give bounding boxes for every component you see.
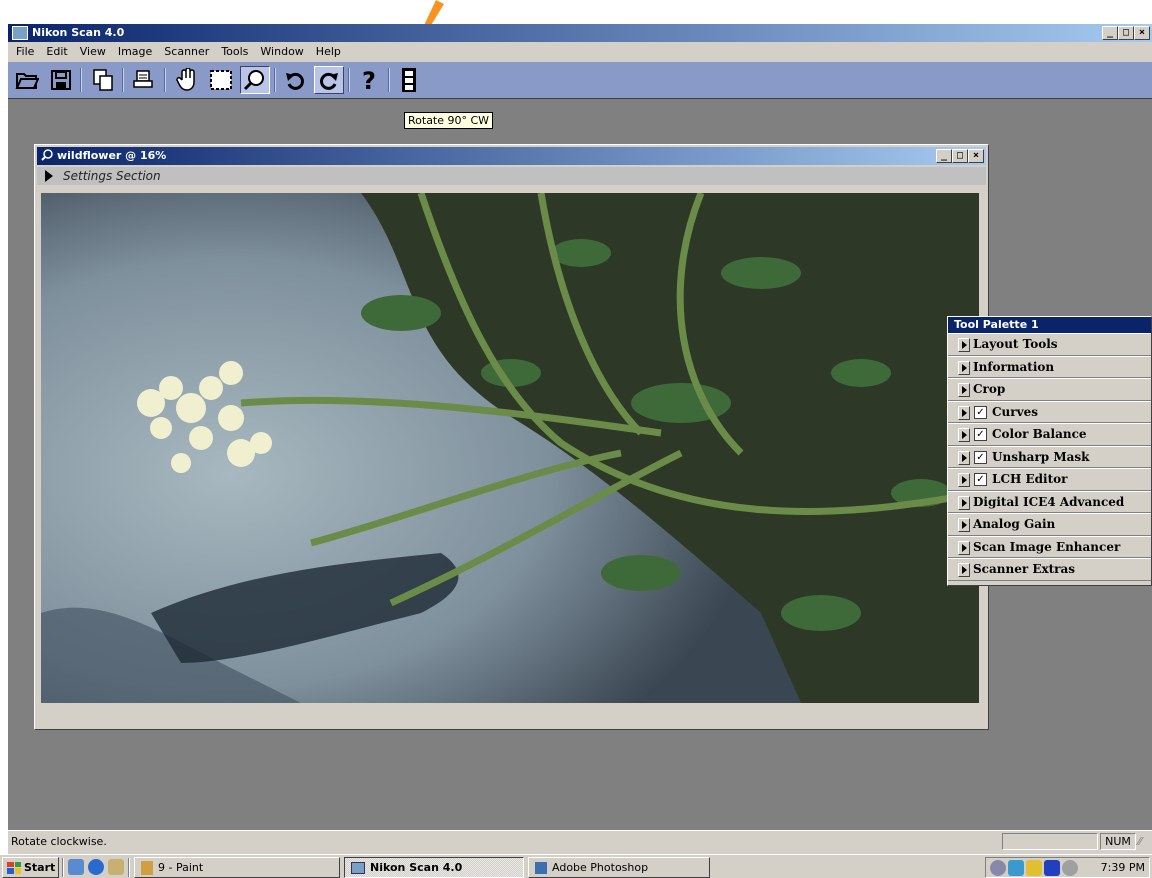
save-icon[interactable]: [46, 66, 76, 94]
expand-arrow-icon[interactable]: [958, 495, 970, 510]
expand-arrow-icon[interactable]: [958, 383, 970, 397]
menu-edit[interactable]: Edit: [40, 45, 73, 58]
tray-monitor-icon[interactable]: [1044, 860, 1060, 876]
minimize-button[interactable]: _: [1102, 26, 1118, 40]
svg-text:?: ?: [362, 68, 376, 92]
tray-volume-icon[interactable]: [1062, 860, 1078, 876]
num-lock-indicator: NUM: [1100, 833, 1136, 850]
palette-item-analog-gain[interactable]: Analog Gain: [948, 513, 1151, 536]
hand-tool-icon[interactable]: [172, 66, 202, 94]
task-photoshop[interactable]: Adobe Photoshop: [528, 857, 710, 878]
tooltip: Rotate 90° CW: [404, 112, 494, 129]
enable-checkbox[interactable]: ✓: [974, 473, 987, 486]
tray-network-icon[interactable]: [990, 860, 1006, 876]
toolbar: ?: [8, 62, 1152, 98]
tray-alert-icon[interactable]: [1008, 860, 1024, 876]
task-paint[interactable]: 9 - Paint: [134, 857, 340, 878]
paint-icon: [141, 860, 153, 875]
menu-tools[interactable]: Tools: [215, 45, 254, 58]
expand-arrow-icon[interactable]: [958, 540, 970, 555]
taskbar: Start 9 - Paint Nikon Scan 4.0 Adobe Pho…: [0, 854, 1152, 878]
document-title: wildflower @ 16%: [57, 149, 167, 162]
system-tray: 7:39 PM: [985, 857, 1150, 878]
status-panel: [1002, 833, 1098, 850]
palette-item-lch-editor[interactable]: ✓ LCH Editor: [948, 468, 1151, 491]
menu-bar: File Edit View Image Scanner Tools Windo…: [8, 42, 1152, 60]
nikon-scan-task-icon: [351, 861, 365, 874]
palette-item-layout-tools[interactable]: Layout Tools: [948, 333, 1151, 356]
doc-close-button[interactable]: ×: [968, 149, 984, 163]
windows-logo-icon: [7, 861, 21, 874]
start-button[interactable]: Start: [2, 857, 59, 878]
document-title-bar[interactable]: wildflower @ 16% _ □ ×: [37, 147, 986, 165]
start-label: Start: [24, 861, 56, 874]
expand-triangle-icon: [45, 170, 53, 182]
open-folder-icon[interactable]: [12, 66, 42, 94]
rotate-cw-icon[interactable]: [314, 66, 344, 94]
close-button[interactable]: ×: [1134, 26, 1150, 40]
marquee-icon[interactable]: [206, 66, 236, 94]
palette-item-scanner-extras[interactable]: Scanner Extras: [948, 558, 1151, 581]
clock[interactable]: 7:39 PM: [1101, 861, 1145, 874]
enable-checkbox[interactable]: ✓: [974, 428, 987, 441]
menu-view[interactable]: View: [74, 45, 112, 58]
expand-arrow-icon[interactable]: [958, 563, 970, 577]
palette-item-unsharp-mask[interactable]: ✓ Unsharp Mask: [948, 445, 1151, 468]
document-window: wildflower @ 16% _ □ × Settings Section: [34, 144, 989, 730]
doc-minimize-button[interactable]: _: [936, 149, 952, 163]
expand-arrow-icon[interactable]: [958, 450, 970, 465]
status-text: Rotate clockwise.: [11, 835, 107, 848]
expand-arrow-icon[interactable]: [958, 518, 970, 532]
internet-explorer-icon[interactable]: [88, 859, 104, 875]
menu-help[interactable]: Help: [310, 45, 347, 58]
palette-item-color-balance[interactable]: ✓ Color Balance: [948, 423, 1151, 446]
maximize-button[interactable]: □: [1118, 26, 1134, 40]
filmstrip-icon[interactable]: [394, 66, 424, 94]
expand-arrow-icon[interactable]: [958, 405, 970, 420]
menu-file[interactable]: File: [10, 45, 40, 58]
magnifier-icon: [41, 149, 53, 164]
palette-item-scan-image-enhancer[interactable]: Scan Image Enhancer: [948, 535, 1151, 558]
doc-maximize-button[interactable]: □: [952, 149, 968, 163]
task-nikon-scan[interactable]: Nikon Scan 4.0: [344, 857, 524, 878]
enable-checkbox[interactable]: ✓: [974, 450, 987, 464]
expand-arrow-icon[interactable]: [958, 338, 970, 352]
expand-arrow-icon[interactable]: [958, 360, 970, 375]
palette-item-crop[interactable]: Crop: [948, 378, 1151, 401]
help-icon[interactable]: ?: [354, 66, 384, 94]
menu-scanner[interactable]: Scanner: [158, 45, 215, 58]
zoom-icon[interactable]: [240, 66, 270, 94]
palette-title[interactable]: Tool Palette 1: [948, 317, 1151, 333]
settings-section-toggle[interactable]: Settings Section: [37, 167, 986, 185]
photoshop-icon: [535, 861, 547, 874]
settings-section-label: Settings Section: [63, 169, 161, 183]
print-icon[interactable]: [128, 66, 158, 94]
title-bar[interactable]: Nikon Scan 4.0 _ □ ×: [8, 24, 1152, 42]
enable-checkbox[interactable]: ✓: [974, 405, 987, 419]
outlook-express-icon[interactable]: [108, 859, 124, 875]
scanned-photo[interactable]: [41, 193, 979, 703]
resize-grip-icon[interactable]: ⁄⁄: [1138, 835, 1150, 849]
palette-item-digital-ice4[interactable]: Digital ICE4 Advanced: [948, 490, 1151, 513]
status-bar: Rotate clockwise. NUM ⁄⁄: [8, 830, 1152, 852]
rotate-ccw-icon[interactable]: [280, 66, 310, 94]
tray-tool-icon[interactable]: [1026, 860, 1042, 876]
tool-palette: Tool Palette 1 Layout Tools Information …: [947, 316, 1152, 586]
copy-icon[interactable]: [88, 66, 118, 94]
expand-arrow-icon[interactable]: [958, 428, 970, 442]
window-title: Nikon Scan 4.0: [32, 26, 125, 39]
palette-item-information[interactable]: Information: [948, 355, 1151, 378]
expand-arrow-icon[interactable]: [958, 473, 970, 487]
menu-image[interactable]: Image: [112, 45, 158, 58]
palette-item-curves[interactable]: ✓ Curves: [948, 400, 1151, 423]
desktop-icon[interactable]: [68, 859, 84, 875]
nikon-scan-icon: [12, 26, 28, 40]
menu-window[interactable]: Window: [254, 45, 309, 58]
